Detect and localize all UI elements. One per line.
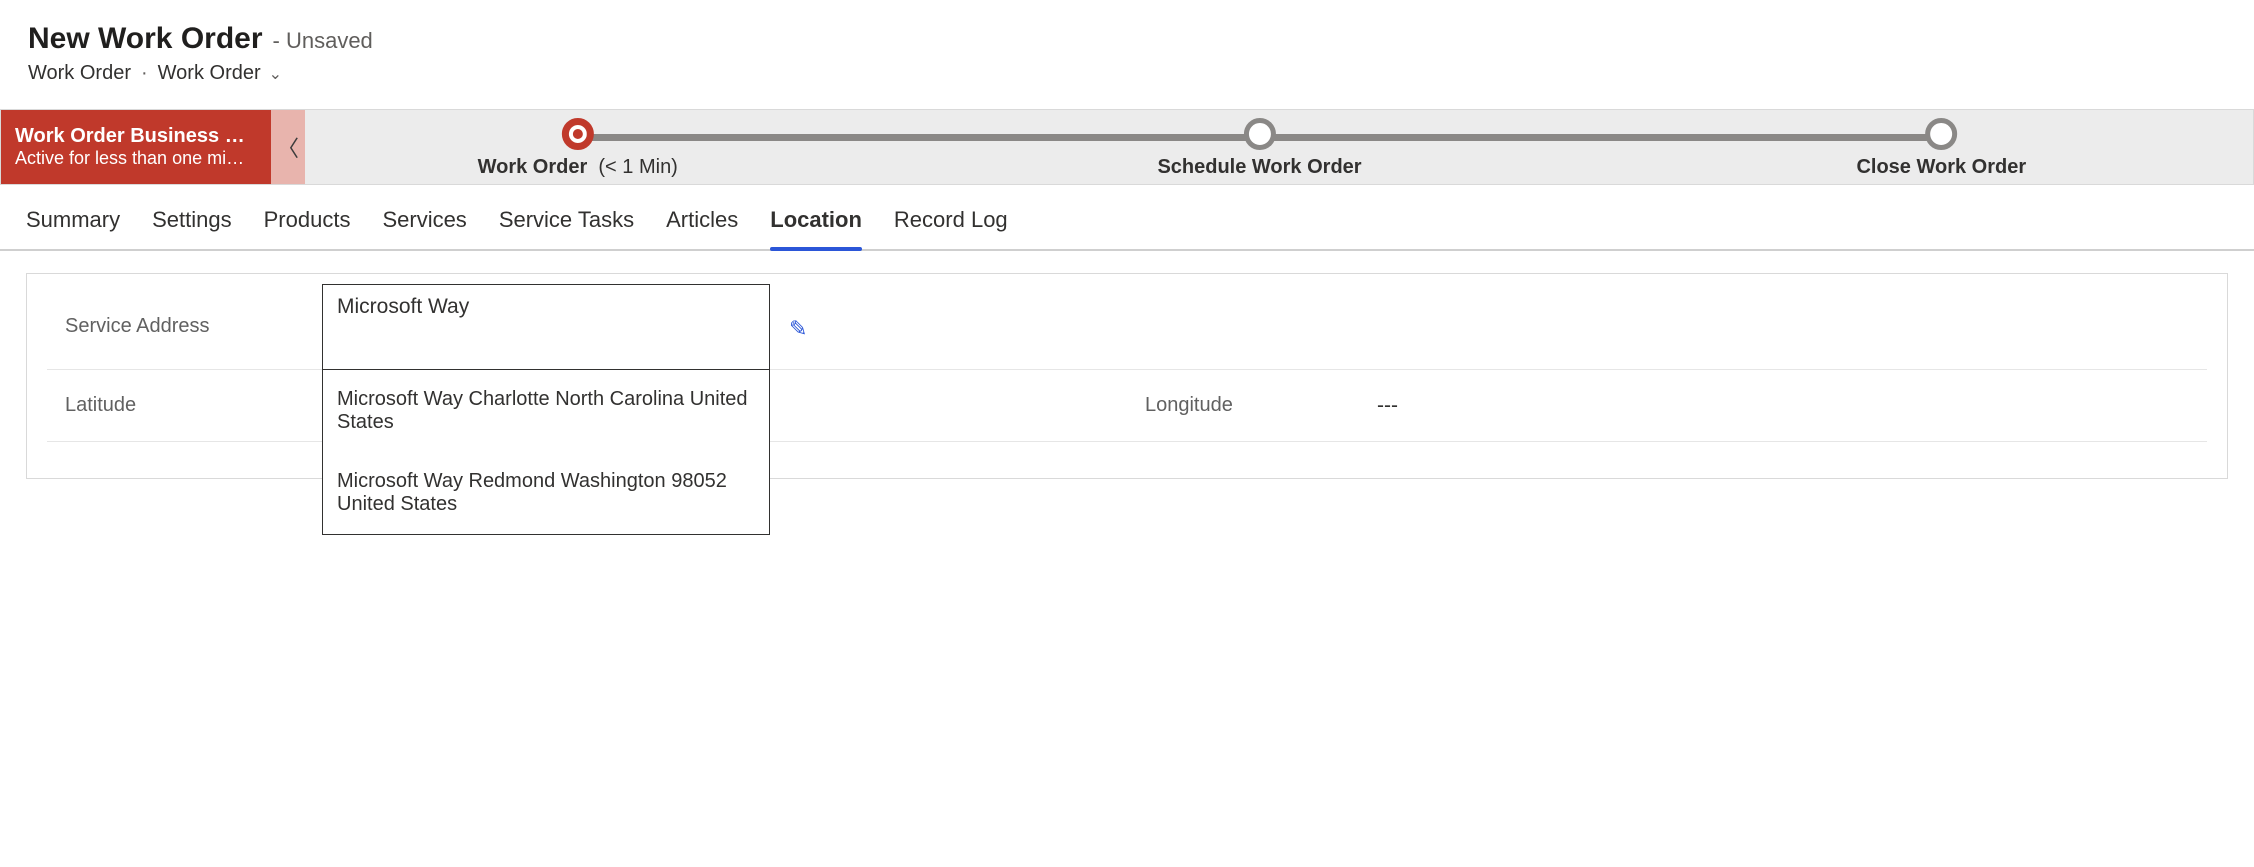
bpf-collapse-button[interactable]: 〈 bbox=[271, 110, 305, 184]
bpf-stage-schedule[interactable]: Schedule Work Order bbox=[1157, 110, 1361, 179]
form-selector[interactable]: Work Order ⌄ bbox=[158, 62, 282, 85]
business-process-flow: Work Order Business Pro… Active for less… bbox=[0, 109, 2254, 185]
tab-service-tasks[interactable]: Service Tasks bbox=[499, 207, 634, 249]
form-tabs: Summary Settings Products Services Servi… bbox=[0, 185, 2254, 251]
chevron-left-icon: 〈 bbox=[277, 131, 299, 163]
location-section: Service Address Microsoft Way ✎ Microsof… bbox=[26, 273, 2228, 479]
stage-ring-icon bbox=[1925, 118, 1957, 150]
longitude-value[interactable]: --- bbox=[1377, 394, 2207, 418]
service-address-label: Service Address bbox=[47, 315, 277, 338]
chevron-down-icon: ⌄ bbox=[269, 64, 282, 84]
record-header: New Work Order - Unsaved Work Order · Wo… bbox=[0, 0, 2254, 93]
breadcrumb-entity: Work Order bbox=[28, 62, 131, 85]
address-suggestions-dropdown: Microsoft Way Charlotte North Carolina U… bbox=[322, 370, 770, 535]
suggestion-item[interactable]: Microsoft Way Redmond Washington 98052 U… bbox=[323, 452, 769, 534]
stage-ring-icon bbox=[562, 118, 594, 150]
bpf-stage-close[interactable]: Close Work Order bbox=[1856, 110, 2026, 179]
longitude-label: Longitude bbox=[1127, 394, 1357, 417]
suggestion-item[interactable]: Microsoft Way Charlotte North Carolina U… bbox=[323, 370, 769, 452]
tab-record-log[interactable]: Record Log bbox=[894, 207, 1008, 249]
unsaved-badge: - Unsaved bbox=[273, 28, 373, 54]
breadcrumb-separator: · bbox=[141, 62, 148, 85]
bpf-track: Work Order (< 1 Min) Schedule Work Order… bbox=[305, 110, 2253, 184]
service-address-input[interactable]: Microsoft Way bbox=[322, 284, 770, 370]
bpf-header[interactable]: Work Order Business Pro… Active for less… bbox=[1, 110, 271, 184]
stage-ring-icon bbox=[1244, 118, 1276, 150]
tab-settings[interactable]: Settings bbox=[152, 207, 232, 249]
pencil-icon[interactable]: ✎ bbox=[789, 316, 807, 342]
tab-products[interactable]: Products bbox=[264, 207, 351, 249]
latitude-label: Latitude bbox=[47, 394, 277, 417]
page-title: New Work Order bbox=[28, 22, 263, 56]
bpf-connector bbox=[1260, 134, 1942, 141]
tab-location[interactable]: Location bbox=[770, 207, 862, 249]
tab-summary[interactable]: Summary bbox=[26, 207, 120, 249]
tab-services[interactable]: Services bbox=[382, 207, 466, 249]
tab-articles[interactable]: Articles bbox=[666, 207, 738, 249]
bpf-stage-work-order[interactable]: Work Order (< 1 Min) bbox=[478, 110, 678, 179]
